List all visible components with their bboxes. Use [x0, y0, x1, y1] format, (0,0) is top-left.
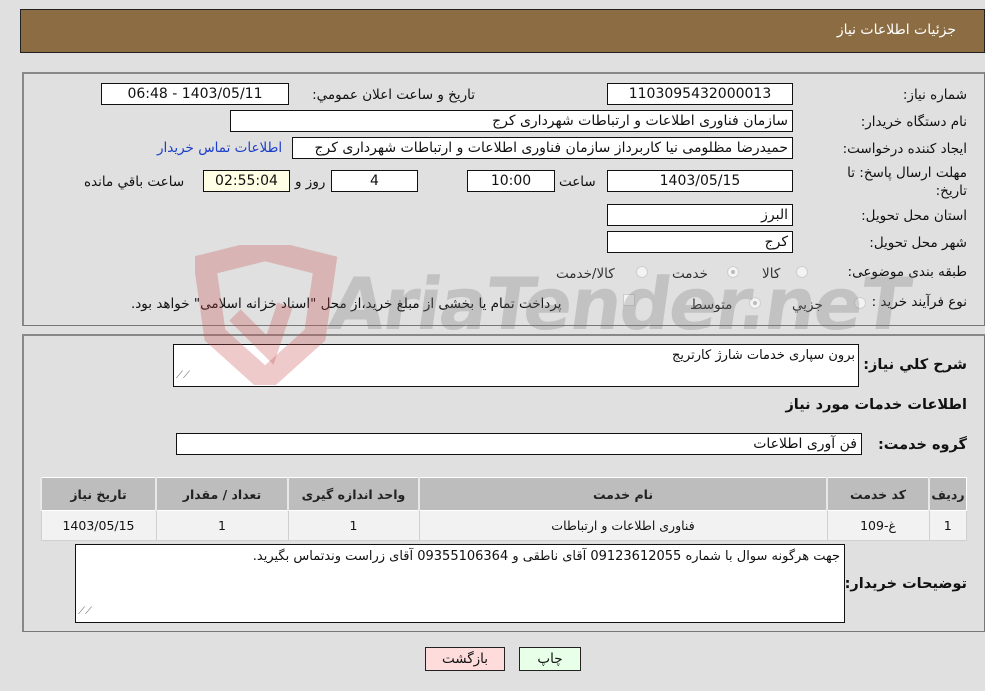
col-row-number: ردیف [928, 477, 967, 511]
process-label: نوع فرآیند خرید : [871, 294, 967, 310]
city-field: کرج [607, 231, 793, 253]
services-heading: اطلاعات خدمات مورد نیاز [785, 397, 967, 413]
buyer-notes-text: جهت هرگونه سوال با شماره 09123612055 آقا… [252, 549, 840, 564]
category-radio-goods[interactable] [796, 266, 808, 278]
requester-label: ایجاد کننده درخواست: [842, 141, 967, 157]
process-option-minor: جزیي [792, 297, 823, 313]
deadline-time-field: 10:00 [467, 170, 555, 192]
process-radio-medium[interactable] [749, 297, 761, 309]
buyer-notes-textarea[interactable]: جهت هرگونه سوال با شماره 09123612055 آقا… [75, 544, 845, 623]
buyer-notes-label: توضیحات خریدار: [844, 576, 967, 592]
service-group-field: فن آوری اطلاعات [176, 433, 862, 455]
col-service-name: نام خدمت [418, 477, 828, 511]
buyer-org-label: نام دستگاه خریدار: [860, 114, 967, 130]
table-row: 1 غ-109 فناوری اطلاعات و ارتباطات 1 1 14… [40, 510, 967, 541]
page-header: جزئیات اطلاعات نیاز [20, 9, 985, 53]
category-radio-goods-service[interactable] [636, 266, 648, 278]
services-table: ردیف کد خدمت نام خدمت واحد اندازه گیری ت… [40, 477, 967, 541]
description-textarea[interactable]: برون سپاری خدمات شارژ کارتریج ⟋⟋ [173, 344, 859, 387]
requester-field: حمیدرضا مظلومی نیا کاربرداز سازمان فناور… [292, 137, 793, 159]
remaining-label: ساعت باقي مانده [84, 174, 185, 190]
announce-label: تاریخ و ساعت اعلان عمومي: [312, 87, 475, 103]
back-button[interactable]: بازگشت [425, 647, 505, 671]
category-option-goods: کالا [762, 266, 781, 282]
col-service-code: کد خدمت [826, 477, 930, 511]
days-label: روز و [295, 174, 326, 190]
category-option-goods-service: کالا/خدمت [556, 266, 615, 282]
days-field: 4 [331, 170, 418, 192]
table-header-row: ردیف کد خدمت نام خدمت واحد اندازه گیری ت… [40, 477, 967, 511]
category-label: طبقه بندی موضوعی: [847, 264, 967, 280]
treasury-checkbox[interactable] [623, 294, 635, 306]
resize-grip-icon[interactable]: ⟋⟋ [176, 367, 190, 385]
process-radio-minor[interactable] [854, 297, 866, 309]
deadline-time-label: ساعت [559, 174, 596, 190]
cell-need-date: 1403/05/15 [40, 510, 157, 541]
category-radio-service[interactable] [727, 266, 739, 278]
cell-service-code: غ-109 [826, 510, 930, 541]
need-number-label: شماره نیاز: [902, 87, 967, 103]
remaining-time-field: 02:55:04 [203, 170, 290, 192]
page-title: جزئیات اطلاعات نیاز [836, 22, 956, 38]
deadline-date-field: 1403/05/15 [607, 170, 793, 192]
deadline-label: مهلت ارسال پاسخ: تا تاریخ: [847, 165, 967, 199]
cell-unit: 1 [287, 510, 420, 541]
description-label: شرح کلي نیاز: [863, 357, 967, 373]
print-button[interactable]: چاپ [519, 647, 581, 671]
cell-quantity: 1 [155, 510, 289, 541]
process-option-medium: متوسط [690, 297, 733, 313]
city-label: شهر محل تحویل: [869, 235, 967, 251]
need-number-field: 1103095432000013 [607, 83, 793, 105]
col-quantity: تعداد / مقدار [155, 477, 289, 511]
col-unit: واحد اندازه گیری [287, 477, 420, 511]
province-field: البرز [607, 204, 793, 226]
province-label: استان محل تحویل: [861, 208, 967, 224]
description-text: برون سپاری خدمات شارژ کارتریج [671, 348, 855, 363]
buyer-contact-link[interactable]: اطلاعات تماس خریدار [157, 140, 282, 156]
cell-service-name: فناوری اطلاعات و ارتباطات [418, 510, 828, 541]
announce-datetime-field: 1403/05/11 - 06:48 [101, 83, 289, 105]
col-need-date: تاریخ نیاز [40, 477, 157, 511]
service-group-label: گروه خدمت: [877, 437, 967, 453]
treasury-note: پرداخت تمام یا بخشی از مبلغ خرید،از محل … [131, 296, 562, 312]
buyer-org-field: سازمان فناوری اطلاعات و ارتباطات شهرداری… [230, 110, 793, 132]
cell-row-number: 1 [928, 510, 967, 541]
resize-grip-icon[interactable]: ⟋⟋ [78, 603, 92, 621]
category-option-service: خدمت [672, 266, 708, 282]
